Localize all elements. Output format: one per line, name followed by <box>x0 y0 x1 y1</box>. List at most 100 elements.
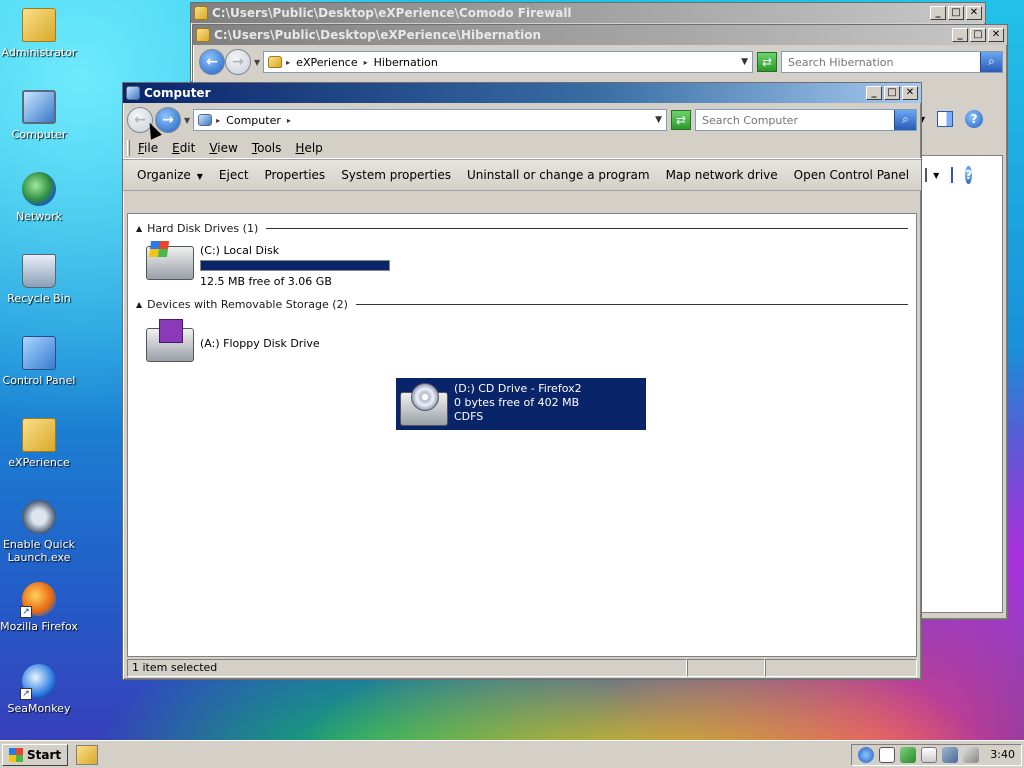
tray-security-icon[interactable] <box>900 746 917 763</box>
tray-document-icon[interactable] <box>879 746 896 763</box>
desktop-icon-computer[interactable]: Computer <box>0 90 78 141</box>
collapse-arrow-icon[interactable]: ▲ <box>136 300 142 309</box>
taskbar: Start 3:40 <box>0 740 1024 768</box>
desktop-icon-administrator[interactable]: Administrator <box>0 8 78 59</box>
titlebar[interactable]: C:\Users\Public\Desktop\eXPerience\Hiber… <box>193 25 1007 45</box>
uninstall-program-button[interactable]: Uninstall or change a program <box>467 168 650 182</box>
drive-name: (C:) Local Disk <box>200 244 280 257</box>
close-button[interactable]: ✕ <box>988 28 1004 42</box>
desktop-icon-enable-quick-launch[interactable]: Enable Quick Launch.exe <box>0 500 78 564</box>
address-bar[interactable]: ▸ eXPerience ▸ Hibernation ▼ <box>263 51 753 73</box>
clock[interactable]: 3:40 <box>990 748 1015 761</box>
breadcrumb-computer[interactable]: Computer <box>226 114 281 127</box>
chevron-right-icon[interactable]: ▸ <box>286 58 290 67</box>
eject-button[interactable]: Eject <box>219 168 249 182</box>
organize-label: Organize <box>137 168 191 182</box>
group-header-label: Hard Disk Drives (1) <box>147 222 259 235</box>
group-header-hard-disk[interactable]: ▲ Hard Disk Drives (1) <box>136 222 908 235</box>
system-properties-button[interactable]: System properties <box>341 168 451 182</box>
shortcut-arrow-icon: ↗ <box>20 688 32 700</box>
map-network-drive-button[interactable]: Map network drive <box>666 168 778 182</box>
help-icon[interactable]: ? <box>965 166 973 184</box>
menu-file[interactable]: File <box>138 141 158 155</box>
refresh-button[interactable]: ⇄ <box>757 52 777 72</box>
windows-logo-icon <box>9 747 23 762</box>
menu-view[interactable]: View <box>209 141 237 155</box>
preview-pane-icon[interactable] <box>951 167 954 183</box>
desktop-icon-experience[interactable]: eXPerience <box>0 418 78 469</box>
desktop-icon-seamonkey[interactable]: ↗ SeaMonkey <box>0 664 78 715</box>
titlebar[interactable]: C:\Users\Public\Desktop\eXPerience\Comod… <box>191 3 985 23</box>
address-bar[interactable]: ▸ Computer ▸ ▼ <box>193 109 667 131</box>
tray-volume-icon[interactable] <box>963 746 980 763</box>
content-area: ▲ Hard Disk Drives (1) (C:) Local Disk 1… <box>127 213 917 657</box>
desktop-icon-label: Mozilla Firefox <box>0 620 78 633</box>
maximize-button[interactable]: □ <box>884 86 900 100</box>
minimize-button[interactable]: _ <box>930 6 946 20</box>
tray-flag-icon[interactable] <box>921 746 938 763</box>
forward-button[interactable]: → <box>225 49 251 75</box>
close-button[interactable]: ✕ <box>966 6 982 20</box>
desktop-icon-network[interactable]: Network <box>0 172 78 223</box>
organize-button[interactable]: Organize ▼ <box>137 168 203 182</box>
navigation-bar: ← → ▼ ▸ eXPerience ▸ Hibernation ▼ ⇄ ⌕ <box>193 45 1007 79</box>
help-icon[interactable]: ? <box>965 110 984 128</box>
status-bar: 1 item selected <box>127 659 917 677</box>
maximize-button[interactable]: □ <box>970 28 986 42</box>
drive-c[interactable]: (C:) Local Disk 12.5 MB free of 3.06 GB <box>146 244 390 289</box>
start-button[interactable]: Start <box>2 743 69 766</box>
address-dropdown[interactable]: ▼ <box>741 57 748 67</box>
views-icon[interactable] <box>925 168 928 182</box>
desktop-icon-firefox[interactable]: ↗ Mozilla Firefox <box>0 582 78 633</box>
search-icon[interactable]: ⌕ <box>894 110 916 130</box>
tray-network-icon[interactable] <box>942 746 959 763</box>
maximize-button[interactable]: □ <box>948 6 964 20</box>
quick-launch-folder-icon[interactable] <box>76 744 99 765</box>
views-dropdown[interactable]: ▼ <box>933 171 939 180</box>
minimize-button[interactable]: _ <box>866 86 882 100</box>
menu-help[interactable]: Help <box>295 141 322 155</box>
close-button[interactable]: ✕ <box>902 86 918 100</box>
firefox-icon: ↗ <box>20 582 56 618</box>
open-control-panel-button[interactable]: Open Control Panel <box>794 168 909 182</box>
drive-d[interactable]: (D:) CD Drive - Firefox2 0 bytes free of… <box>396 378 646 430</box>
drive-a[interactable]: (A:) Floppy Disk Drive <box>146 319 320 364</box>
seamonkey-icon: ↗ <box>20 664 56 700</box>
window-computer[interactable]: Computer _ □ ✕ ← → ▼ ▸ Computer ▸ ▼ ⇄ ⌕ … <box>122 82 973 680</box>
content-area <box>921 155 1003 613</box>
desktop-icon-control-panel[interactable]: Control Panel <box>0 336 78 387</box>
address-dropdown[interactable]: ▼ <box>655 115 662 125</box>
computer-icon <box>198 114 213 126</box>
collapse-arrow-icon[interactable]: ▲ <box>136 224 142 233</box>
titlebar[interactable]: Computer _ □ ✕ <box>123 83 921 103</box>
preview-pane-icon[interactable] <box>937 111 954 127</box>
search-input[interactable] <box>696 113 894 127</box>
drive-usage-fill <box>201 261 389 270</box>
breadcrumb-experience[interactable]: eXPerience <box>296 56 357 69</box>
recent-pages-dropdown[interactable]: ▼ <box>184 116 190 125</box>
menu-edit[interactable]: Edit <box>172 141 195 155</box>
drive-free-space: 0 bytes free of 402 MB <box>454 396 580 409</box>
desktop-icon-label: eXPerience <box>8 456 70 469</box>
menu-grip[interactable] <box>127 139 130 156</box>
cd-drive-icon <box>400 383 448 426</box>
refresh-button[interactable]: ⇄ <box>671 110 691 130</box>
chevron-right-icon[interactable]: ▸ <box>364 58 368 67</box>
breadcrumb-hibernation[interactable]: Hibernation <box>374 56 438 69</box>
recent-pages-dropdown[interactable]: ▼ <box>254 58 260 67</box>
folder-icon <box>22 418 56 452</box>
chevron-right-icon[interactable]: ▸ <box>287 116 291 125</box>
search-box: ⌕ <box>781 51 1003 73</box>
search-icon[interactable]: ⌕ <box>980 52 1002 72</box>
chevron-right-icon[interactable]: ▸ <box>216 116 220 125</box>
navigation-bar: ← → ▼ ▸ Computer ▸ ▼ ⇄ ⌕ <box>123 103 921 137</box>
group-header-removable[interactable]: ▲ Devices with Removable Storage (2) <box>136 298 908 311</box>
tray-app-icon[interactable] <box>858 746 875 763</box>
minimize-button[interactable]: _ <box>952 28 968 42</box>
back-button[interactable]: ← <box>199 49 225 75</box>
properties-button[interactable]: Properties <box>265 168 326 182</box>
computer-icon <box>126 86 140 100</box>
search-input[interactable] <box>782 55 980 69</box>
desktop-icon-recycle-bin[interactable]: Recycle Bin <box>0 254 78 305</box>
menu-tools[interactable]: Tools <box>252 141 282 155</box>
